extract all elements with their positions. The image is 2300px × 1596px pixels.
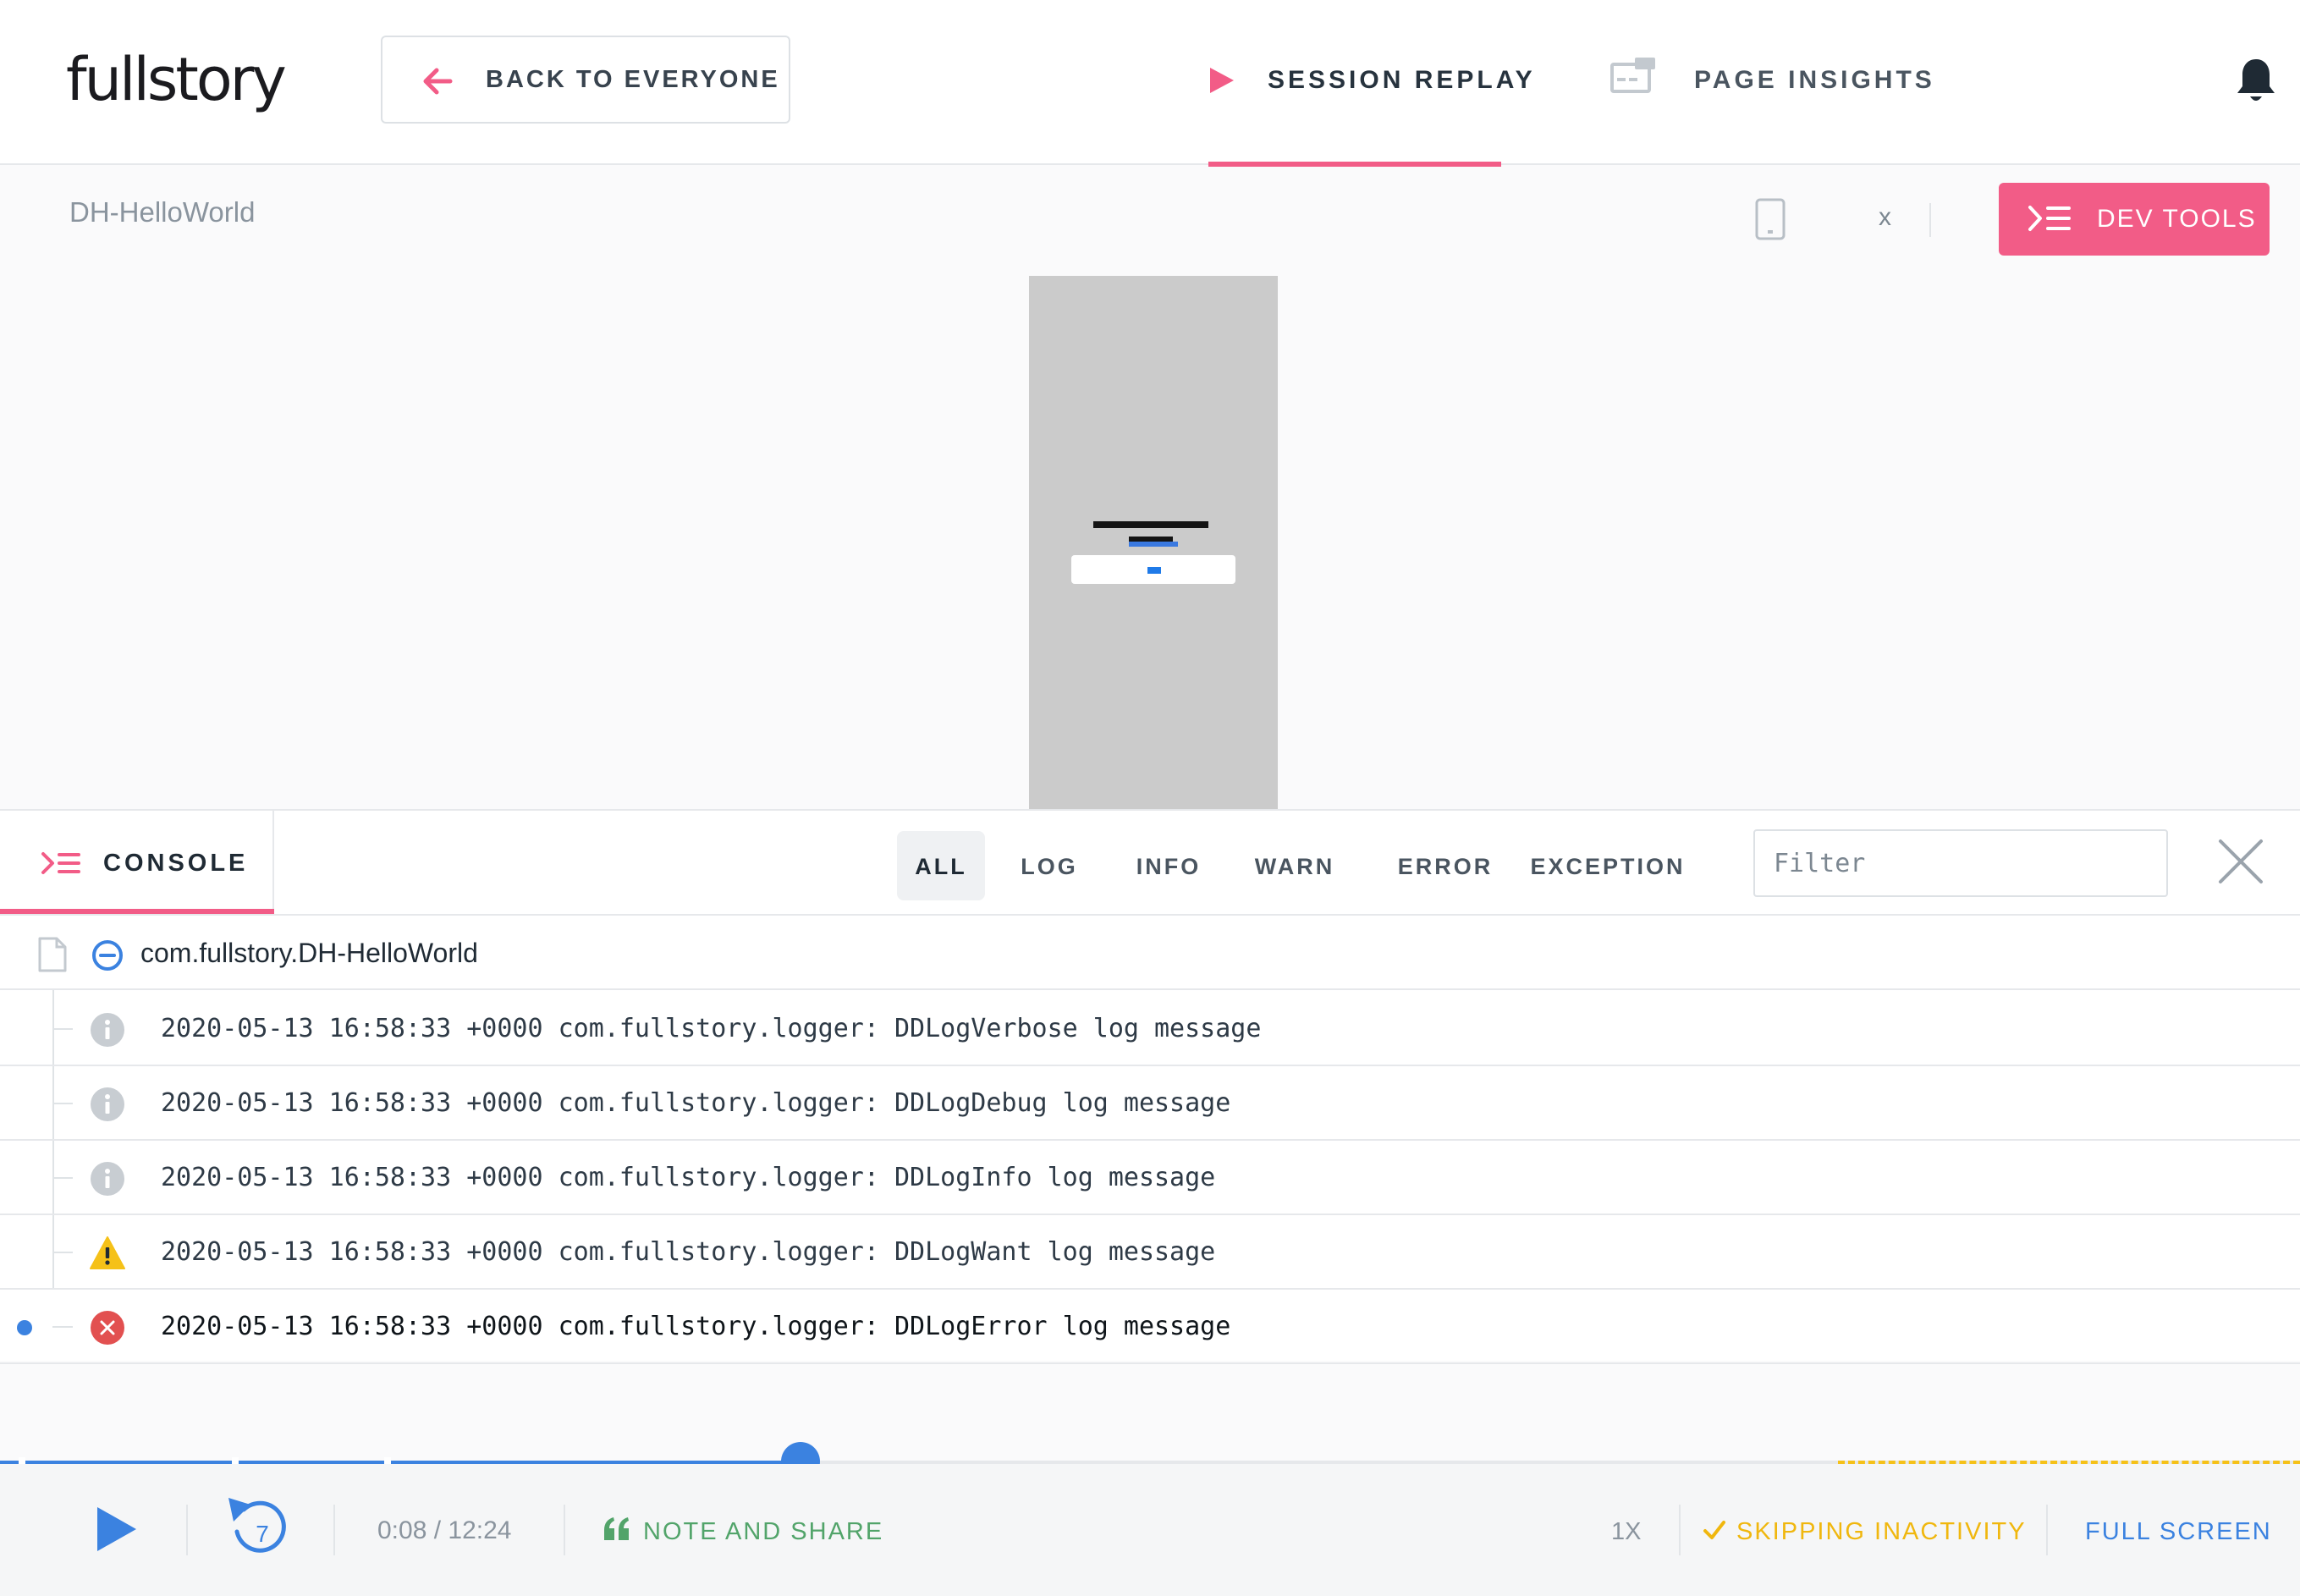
console-prompt-icon [2028,206,2071,231]
replay-card [1071,555,1235,584]
divider [1929,203,1931,237]
dev-tools-button[interactable]: DEV TOOLS [1999,183,2270,256]
tab-page-insights-label: PAGE INSIGHTS [1694,66,1935,94]
collapse-minus-icon[interactable] [91,939,124,971]
skip-inactivity-label: SKIPPING INACTIVITY [1736,1518,2027,1545]
replay-element [1093,521,1208,528]
filter-tab-all[interactable]: ALL [897,831,985,900]
log-source-row[interactable]: com.fullstory.DH-HelloWorld [0,916,2300,990]
tab-page-insights[interactable]: PAGE INSIGHTS [1609,0,1948,165]
replay-viewport [1029,276,1278,809]
filter-tab-error[interactable]: ERROR [1386,831,1505,900]
log-message: 2020-05-13 16:58:33 +0000 com.fullstory.… [161,1163,1216,1192]
divider [186,1505,188,1555]
log-message: 2020-05-13 16:58:33 +0000 com.fullstory.… [161,1237,1216,1267]
dev-tools-label: DEV TOOLS [2097,205,2257,233]
log-entry-row[interactable]: 2020-05-13 16:58:33 +0000 com.fullstory.… [0,992,2300,1066]
divider [333,1505,335,1555]
play-triangle-icon [1210,68,1234,93]
divider [2046,1505,2048,1555]
console-panel: CONSOLE ALL LOG INFO WARN ERROR EXCEPTIO… [0,809,2300,1364]
filter-input[interactable] [1753,829,2168,897]
log-message: 2020-05-13 16:58:33 +0000 com.fullstory.… [161,1312,1231,1341]
filter-tab-log[interactable]: LOG [1007,831,1092,900]
back-to-everyone-label: BACK TO EVERYONE [486,66,780,93]
back-to-everyone-button[interactable]: BACK TO EVERYONE [381,36,790,124]
info-icon [91,1162,124,1196]
current-position-dot [17,1320,32,1335]
playback-time: 0:08 / 12:24 [377,1516,512,1544]
file-icon [38,937,67,972]
app-header: fullstory BACK TO EVERYONE SESSION REPLA… [0,0,2300,167]
info-icon [91,1087,124,1121]
log-entry-row[interactable]: 2020-05-13 16:58:33 +0000 com.fullstory.… [0,1290,2300,1364]
active-tab-indicator [1208,162,1501,167]
info-icon [91,1013,124,1047]
session-app-name: DH-HelloWorld [69,196,256,228]
rewind-icon[interactable]: 7 [222,1494,289,1562]
page-insights-icon [1610,58,1655,93]
tree-connector [52,1326,73,1328]
note-and-share-label: NOTE AND SHARE [643,1518,884,1545]
log-message: 2020-05-13 16:58:33 +0000 com.fullstory.… [161,1088,1231,1118]
tree-connector [52,1252,73,1253]
divider [564,1505,565,1555]
play-icon[interactable] [95,1505,139,1554]
quote-icon [604,1517,629,1540]
tab-session-replay[interactable]: SESSION REPLAY [1208,0,1532,167]
console-prompt-icon [41,852,80,874]
replay-element [1147,567,1161,574]
player-controls: 7 0:08 / 12:24 NOTE AND SHARE 1X SKIPPIN… [0,1464,2300,1596]
log-source-name: com.fullstory.DH-HelloWorld [140,938,478,968]
log-entry-row[interactable]: 2020-05-13 16:58:33 +0000 com.fullstory.… [0,1215,2300,1290]
filter-tab-warn[interactable]: WARN [1244,831,1345,900]
checkmark-icon [1703,1521,1725,1539]
tree-connector [52,1028,73,1030]
arrow-left-icon [423,68,453,95]
filter-tab-exception[interactable]: EXCEPTION [1528,831,1687,900]
fullstory-logo[interactable]: fullstory [66,37,287,122]
replay-element [1129,542,1178,547]
mobile-device-icon[interactable] [1753,198,1787,240]
full-screen-button[interactable]: FULL SCREEN [2085,1464,2272,1596]
tab-console[interactable]: CONSOLE [0,811,274,914]
playback-speed-button[interactable]: 1X [1611,1464,1641,1596]
error-icon [91,1311,124,1345]
log-message: 2020-05-13 16:58:33 +0000 com.fullstory.… [161,1014,1262,1043]
rewind-seconds: 7 [256,1521,269,1547]
tab-session-replay-label: SESSION REPLAY [1268,66,1536,94]
warning-icon [90,1236,125,1269]
tab-console-label: CONSOLE [103,850,249,877]
tree-connector [52,1103,73,1104]
log-entry-row[interactable]: 2020-05-13 16:58:33 +0000 com.fullstory.… [0,1141,2300,1215]
notifications-bell-icon[interactable] [2236,56,2276,105]
filter-tab-info[interactable]: INFO [1122,831,1215,900]
close-console-icon[interactable] [2217,838,2264,885]
close-session-button[interactable]: x [1879,203,1891,232]
tree-connector [52,1177,73,1179]
log-entry-row[interactable]: 2020-05-13 16:58:33 +0000 com.fullstory.… [0,1066,2300,1141]
divider [1679,1505,1681,1555]
